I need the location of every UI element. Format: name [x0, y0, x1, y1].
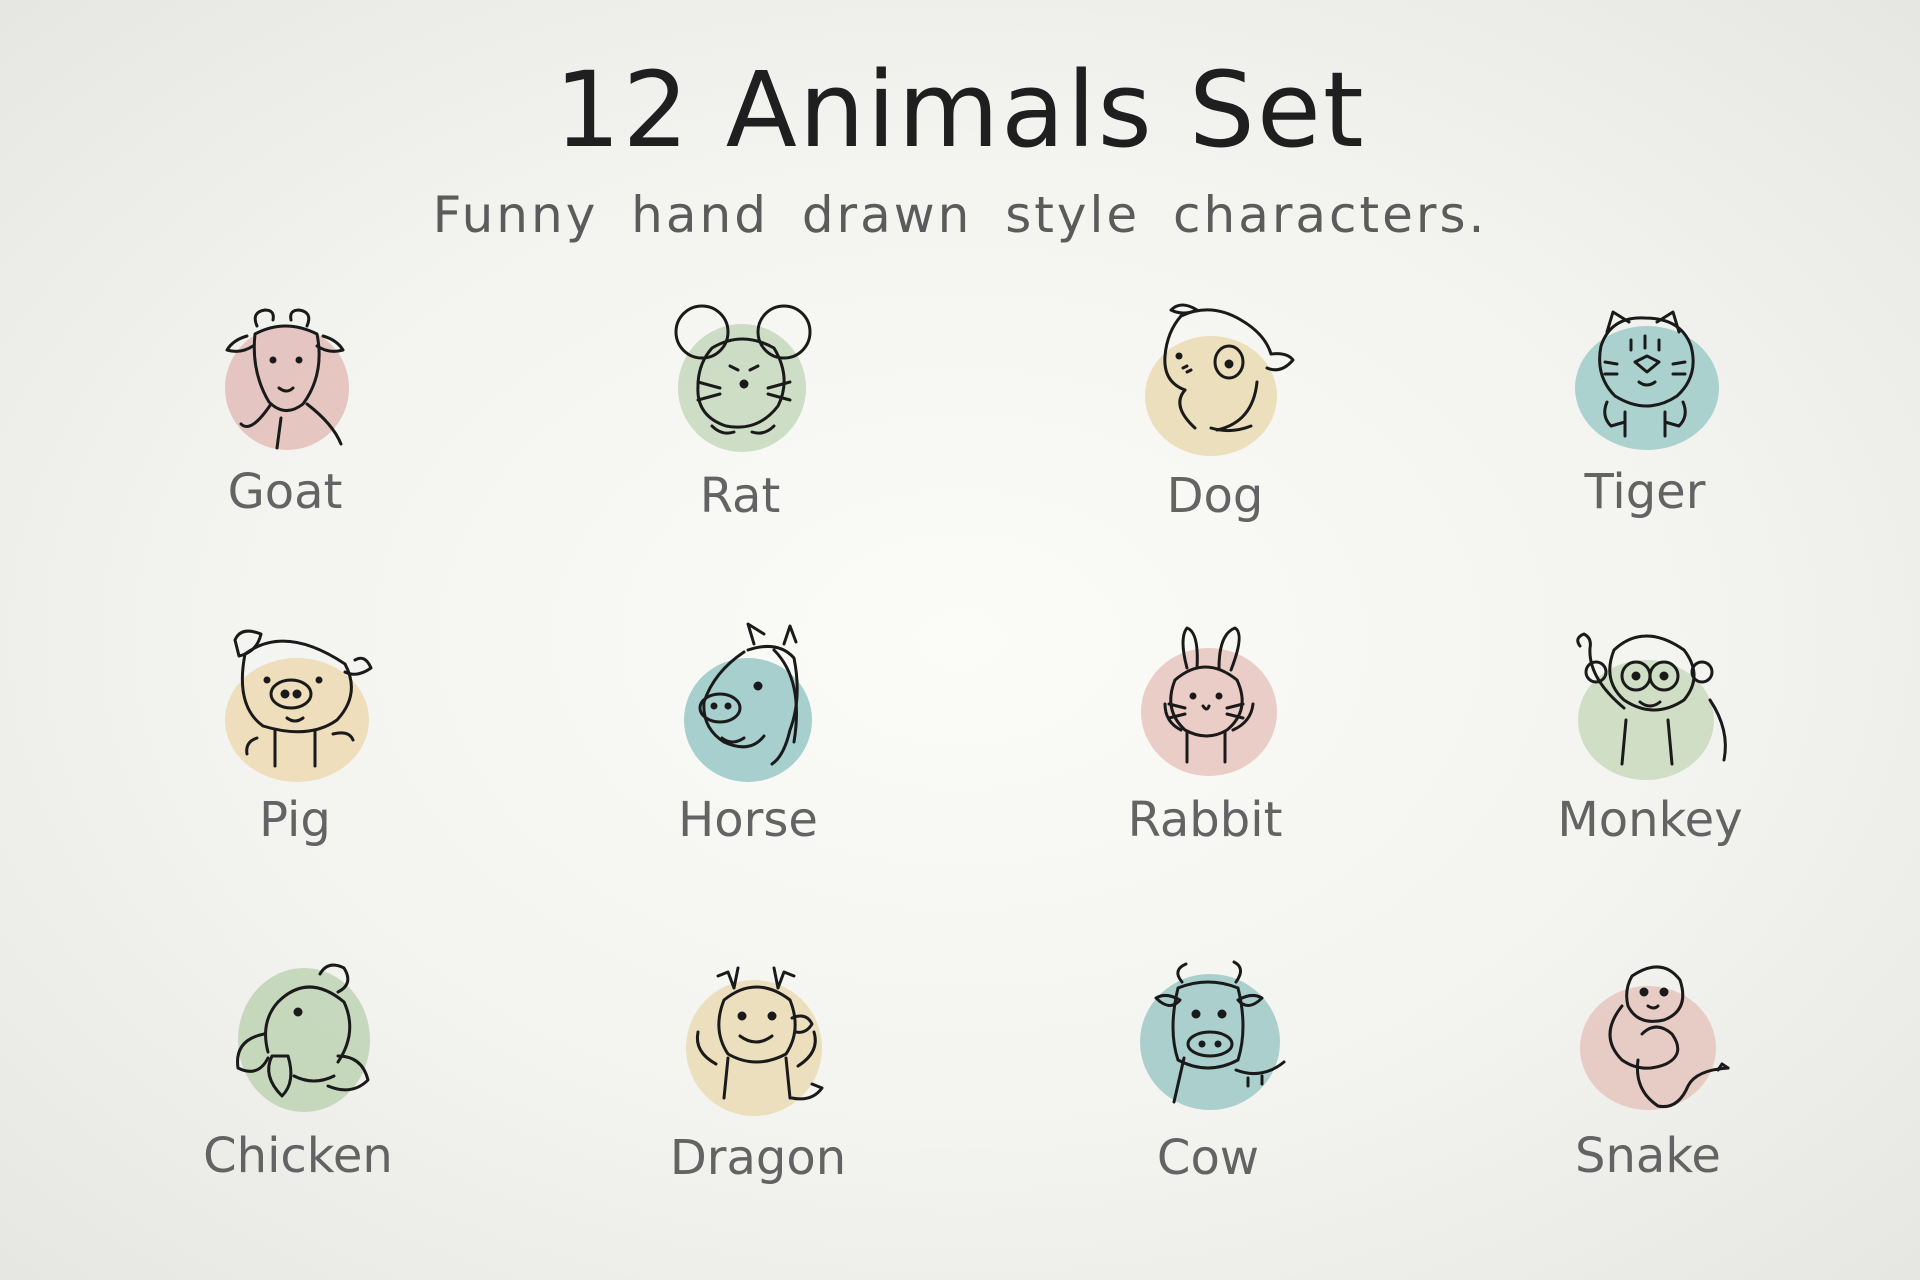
animal-grid: Goat Rat Dog Tiger Pig Horse Rabbit Monk… — [0, 0, 1920, 1280]
animal-cell-rabbit: Rabbit — [1075, 620, 1335, 860]
animal-cell-chicken: Chicken — [168, 956, 428, 1196]
animal-label: Tiger — [1584, 464, 1706, 520]
tiger-icon — [1555, 292, 1735, 462]
animal-label: Chicken — [203, 1128, 393, 1184]
animal-label: Pig — [259, 792, 331, 848]
icon-backdrop — [686, 980, 822, 1116]
animal-label: Dragon — [669, 1130, 847, 1186]
animal-cell-dog: Dog — [1085, 296, 1345, 536]
animal-cell-horse: Horse — [618, 620, 878, 860]
animal-cell-monkey: Monkey — [1520, 620, 1780, 860]
horse-icon — [658, 620, 838, 790]
animal-label: Snake — [1575, 1128, 1721, 1184]
dog-icon — [1125, 296, 1305, 466]
cow-icon — [1118, 958, 1298, 1128]
snake-icon — [1558, 956, 1738, 1126]
animal-cell-dragon: Dragon — [628, 958, 888, 1198]
animal-label: Horse — [678, 792, 818, 848]
animal-label: Dog — [1166, 468, 1264, 524]
animal-cell-tiger: Tiger — [1515, 292, 1775, 532]
icon-backdrop — [225, 326, 349, 450]
rat-icon — [650, 296, 830, 466]
animal-cell-rat: Rat — [610, 296, 870, 536]
pig-icon — [205, 620, 385, 790]
animal-cell-snake: Snake — [1518, 956, 1778, 1196]
animal-label: Rat — [699, 468, 781, 524]
animal-cell-pig: Pig — [165, 620, 425, 860]
icon-backdrop — [1575, 326, 1719, 450]
rabbit-icon — [1115, 620, 1295, 790]
animal-cell-goat: Goat — [155, 292, 415, 532]
animal-label: Rabbit — [1127, 792, 1283, 848]
chicken-icon — [208, 956, 388, 1126]
dragon-icon — [668, 958, 848, 1128]
animal-label: Monkey — [1557, 792, 1743, 848]
animal-label: Cow — [1156, 1130, 1260, 1186]
monkey-icon — [1560, 620, 1740, 790]
animal-label: Goat — [227, 464, 343, 520]
animal-cell-cow: Cow — [1078, 958, 1338, 1198]
goat-icon — [195, 292, 375, 462]
